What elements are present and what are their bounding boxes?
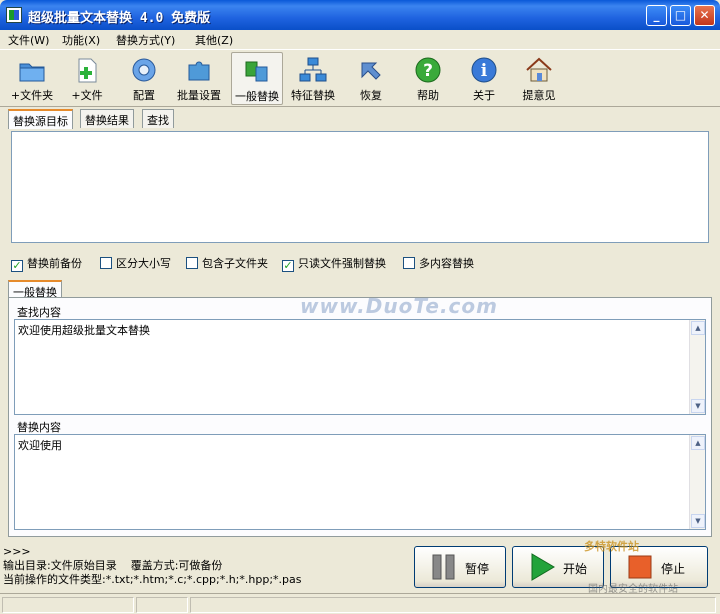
find-label: 查找内容: [17, 306, 61, 319]
multi-check-icon: [403, 257, 415, 269]
status-cell-2: [136, 597, 188, 613]
case-check-icon: [100, 257, 112, 269]
add-folder-button[interactable]: +文件夹: [6, 52, 58, 105]
add-file-icon: [78, 58, 97, 83]
stop-label: 停止: [661, 562, 686, 576]
tab-general-replace[interactable]: 一般替换: [8, 280, 62, 299]
add-folder-icon: [19, 63, 45, 82]
tab-replace-result[interactable]: 替换结果: [80, 109, 134, 128]
force-readonly-checkbox[interactable]: ✓ 只读文件强制替换: [282, 255, 386, 272]
restore-label: 恢复: [360, 89, 382, 102]
stop-icon: [628, 555, 652, 579]
scroll-down-icon[interactable]: ▼: [691, 514, 705, 528]
status-bar: [0, 593, 720, 614]
feature-replace-button[interactable]: 特征替换: [287, 52, 339, 105]
window-title: 超级批量文本替换 4.0 免费版: [28, 11, 211, 26]
help-label: 帮助: [417, 89, 439, 102]
about-button[interactable]: i 关于: [458, 52, 510, 105]
batch-settings-label: 批量设置: [177, 89, 221, 102]
gear-icon: [132, 58, 156, 82]
app-icon: [6, 7, 22, 23]
readonly-check-icon: ✓: [282, 259, 294, 272]
config-label: 配置: [133, 89, 155, 102]
close-button[interactable]: ✕: [694, 5, 715, 26]
pause-label: 暂停: [465, 562, 490, 576]
general-replace-button[interactable]: 一般替换: [231, 52, 283, 105]
status-cell-3: [190, 597, 716, 613]
include-subfolders-label: 包含子文件夹: [202, 257, 268, 270]
tab-find[interactable]: 查找: [142, 109, 174, 128]
watermark: www.DuoTe.com: [300, 294, 498, 318]
minimize-button[interactable]: _: [646, 5, 667, 26]
find-text: 欢迎使用超级批量文本替换: [18, 324, 150, 337]
batch-settings-button[interactable]: 批量设置: [173, 52, 225, 105]
status-output-dir: 输出目录:文件原始目录 覆盖方式:可做备份: [3, 559, 223, 572]
play-icon: [531, 553, 555, 581]
include-subfolders-checkbox[interactable]: 包含子文件夹: [186, 255, 268, 271]
maximize-button[interactable]: □: [670, 5, 691, 26]
puzzle-icon: [188, 61, 210, 81]
replace-label: 替换内容: [17, 421, 61, 434]
menu-bar: 文件(W) 功能(X) 替换方式(Y) 其他(Z): [0, 30, 720, 48]
replace-panel: 查找内容 欢迎使用超级批量文本替换 ▲ ▼ 替换内容 欢迎使用 ▲ ▼: [8, 297, 712, 537]
scroll-down-icon[interactable]: ▼: [691, 399, 705, 413]
add-file-button[interactable]: +文件: [61, 52, 113, 105]
case-sensitive-label: 区分大小写: [116, 257, 171, 270]
pause-button[interactable]: 暂停: [414, 546, 506, 588]
status-info: >>> 输出目录:文件原始目录 覆盖方式:可做备份 当前操作的文件类型:*.tx…: [3, 545, 403, 591]
feedback-label: 提意见: [522, 89, 556, 102]
add-file-label: +文件: [71, 89, 103, 102]
corner-logo: 多特软件站: [584, 540, 639, 553]
restore-button[interactable]: 恢复: [345, 52, 397, 105]
about-label: 关于: [473, 89, 495, 102]
find-scrollbar[interactable]: ▲ ▼: [689, 320, 705, 414]
multi-content-label: 多内容替换: [419, 257, 474, 270]
status-prompt: >>>: [3, 545, 31, 558]
source-file-list[interactable]: [11, 131, 709, 243]
hierarchy-icon: [299, 57, 327, 82]
replace-text: 欢迎使用: [18, 439, 62, 452]
replace-scrollbar[interactable]: ▲ ▼: [689, 435, 705, 529]
find-textarea[interactable]: 欢迎使用超级批量文本替换 ▲ ▼: [14, 319, 706, 415]
config-button[interactable]: 配置: [118, 52, 170, 105]
help-button[interactable]: ? 帮助: [402, 52, 454, 105]
menu-replace-mode[interactable]: 替换方式(Y): [116, 32, 175, 48]
general-replace-label: 一般替换: [235, 90, 279, 103]
status-file-types: 当前操作的文件类型:*.txt;*.htm;*.c;*.cpp;*.h;*.hp…: [3, 573, 302, 586]
menu-other[interactable]: 其他(Z): [195, 32, 233, 48]
force-readonly-label: 只读文件强制替换: [298, 257, 386, 270]
replace-icon: [245, 61, 268, 82]
tab-source-target[interactable]: 替换源目标: [8, 109, 73, 129]
backup-checkbox[interactable]: ✓ 替换前备份: [11, 255, 82, 272]
undo-icon: [361, 62, 381, 80]
pause-icon: [432, 554, 455, 580]
info-icon: i: [471, 57, 497, 83]
replace-textarea[interactable]: 欢迎使用 ▲ ▼: [14, 434, 706, 530]
scroll-up-icon[interactable]: ▲: [691, 321, 705, 335]
feature-replace-label: 特征替换: [291, 89, 335, 102]
svg-text:?: ?: [423, 61, 433, 81]
feedback-button[interactable]: 提意见: [513, 52, 565, 105]
menu-function[interactable]: 功能(X): [62, 32, 100, 48]
add-folder-label: +文件夹: [10, 89, 54, 102]
backup-check-icon: ✓: [11, 259, 23, 272]
status-cell-1: [2, 597, 134, 613]
svg-text:i: i: [481, 61, 488, 81]
title-bar[interactable]: 超级批量文本替换 4.0 免费版 _ □ ✕: [0, 0, 720, 30]
multi-content-checkbox[interactable]: 多内容替换: [403, 255, 474, 271]
scroll-up-icon[interactable]: ▲: [691, 436, 705, 450]
start-label: 开始: [563, 562, 588, 576]
menu-file[interactable]: 文件(W): [8, 32, 49, 48]
case-sensitive-checkbox[interactable]: 区分大小写: [100, 255, 171, 271]
home-icon: [526, 57, 552, 82]
backup-label: 替换前备份: [27, 257, 82, 270]
help-icon: ?: [415, 57, 441, 83]
subfolder-check-icon: [186, 257, 198, 269]
